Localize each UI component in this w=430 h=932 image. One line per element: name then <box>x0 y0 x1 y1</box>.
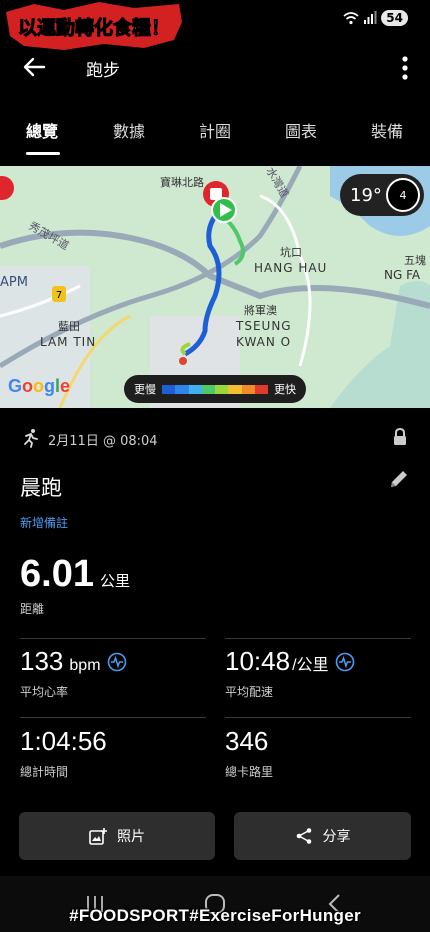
map-label: LAM TIN <box>40 335 96 349</box>
route-map[interactable]: 7 寶琳北路 將軍澳 TSEUNG KWAN O 坑口 HANG HAU 藍田 … <box>0 166 430 408</box>
weather-index: 4 <box>386 178 420 212</box>
mtr-marker <box>179 357 187 365</box>
watermark-hashtag: #FOODSPORT#ExerciseForHunger <box>69 906 361 925</box>
pace-label: 平均配速 <box>225 685 274 699</box>
heart-rate-stat: 133 bpm 平均心率 <box>20 646 127 700</box>
pace-unit: /公里 <box>292 657 329 674</box>
calories-stat: 346 總卡路里 <box>225 726 273 780</box>
speed-color-segment <box>241 384 255 394</box>
edit-pencil-icon[interactable] <box>388 468 410 490</box>
workout-meta: 2月11日 @ 08:04 <box>20 428 410 450</box>
more-options-icon[interactable] <box>398 54 412 82</box>
add-note-link[interactable]: 新增備註 <box>20 514 68 531</box>
heart-rate-chart-icon[interactable] <box>107 652 127 672</box>
map-label: KWAN O <box>236 335 291 349</box>
map-label: 坑口 <box>280 245 302 259</box>
weather-badge: 19° 4 <box>340 174 424 216</box>
calories-label: 總卡路里 <box>225 765 274 779</box>
signal-icon <box>364 11 377 24</box>
map-label: APM <box>0 275 28 290</box>
distance-stat: 6.01 公里 距離 <box>20 553 130 617</box>
legend-fast-label: 更快 <box>274 383 296 396</box>
map-label: 將軍澳 <box>244 303 277 317</box>
share-button[interactable]: 分享 <box>234 812 411 860</box>
battery-indicator: 54 <box>381 10 408 26</box>
map-label: HANG HAU <box>254 261 327 275</box>
distance-label: 距離 <box>20 602 45 616</box>
map-label: TSEUNG <box>235 319 292 333</box>
speed-color-segment <box>201 384 215 394</box>
speed-gradient-bar <box>162 384 268 394</box>
watermark-top-text: 以運動轉化食糧！ <box>18 16 170 39</box>
map-label: NG FA <box>384 268 421 282</box>
photos-button[interactable]: 照片 <box>19 812 215 860</box>
speed-color-segment <box>162 384 176 394</box>
running-icon <box>24 429 38 448</box>
duration-value: 1:04:56 <box>20 726 107 756</box>
status-icons: 54 <box>343 10 408 26</box>
workout-datetime: 2月11日 @ 08:04 <box>48 434 158 449</box>
weather-temperature: 19° <box>350 184 382 206</box>
legend-slow-label: 更慢 <box>134 383 156 396</box>
tab-equipment[interactable]: 裝備 <box>371 118 403 142</box>
map-label: 寶琳北路 <box>160 175 204 189</box>
map-label: 藍田 <box>58 320 80 333</box>
app-bar: 跑步 <box>0 44 430 92</box>
wifi-icon <box>343 12 359 25</box>
status-bar: 以運動轉化食糧！ 54 <box>0 0 430 50</box>
speed-color-segment <box>215 384 229 394</box>
duration-stat: 1:04:56 總計時間 <box>20 726 107 780</box>
heart-rate-unit: bpm <box>69 657 101 674</box>
speed-color-segment <box>175 384 189 394</box>
heart-rate-value: 133 <box>20 646 64 676</box>
divider <box>20 717 206 718</box>
share-icon <box>296 828 311 844</box>
heart-rate-label: 平均心率 <box>20 685 69 699</box>
tab-bar: 總覽 數據 計圈 圖表 裝備 <box>0 112 430 162</box>
divider <box>225 717 411 718</box>
back-arrow-icon[interactable] <box>20 52 50 82</box>
speed-color-segment <box>254 384 268 394</box>
photos-button-label: 照片 <box>117 829 145 845</box>
lock-icon[interactable] <box>392 428 408 446</box>
map-label: 五塊 <box>404 254 426 267</box>
workout-title: 晨跑 <box>20 476 62 500</box>
pace-stat: 10:48 /公里 平均配速 <box>225 646 355 700</box>
tab-laps[interactable]: 計圈 <box>199 118 231 142</box>
speed-legend: 更慢 更快 <box>124 375 306 403</box>
distance-unit: 公里 <box>99 572 130 590</box>
pace-value: 10:48 <box>225 646 291 676</box>
tab-active-indicator <box>26 152 60 155</box>
calories-value: 346 <box>225 726 269 756</box>
speed-color-segment <box>228 384 242 394</box>
distance-value: 6.01 <box>20 553 94 595</box>
page-title: 跑步 <box>86 61 120 81</box>
tab-charts[interactable]: 圖表 <box>285 118 317 142</box>
speed-color-segment <box>188 384 202 394</box>
tab-data[interactable]: 數據 <box>113 118 145 142</box>
divider <box>20 638 206 639</box>
tab-overview[interactable]: 總覽 <box>26 118 58 142</box>
duration-label: 總計時間 <box>20 765 69 779</box>
share-button-label: 分享 <box>322 829 351 845</box>
google-logo: Google <box>8 376 71 396</box>
pace-chart-icon[interactable] <box>335 652 355 672</box>
divider <box>225 638 411 639</box>
svg-text:7: 7 <box>56 290 62 301</box>
add-photo-icon <box>89 828 107 845</box>
